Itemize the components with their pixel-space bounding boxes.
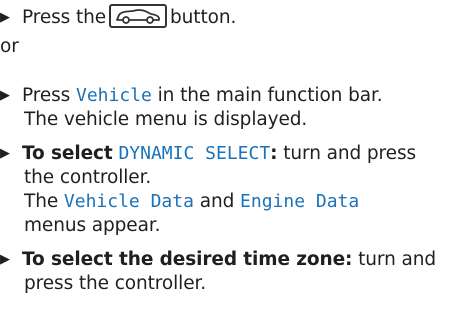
step1-suffix: button. (170, 7, 237, 28)
step4-action: turn and (358, 249, 437, 270)
bullet-icon: ▶ (0, 252, 10, 267)
step1-prefix: Press the (22, 7, 107, 28)
bullet-icon: ▶ (0, 10, 10, 25)
vehicle-data-menu: Vehicle Data (63, 191, 194, 212)
step2-result: The vehicle menu is displayed. (24, 109, 308, 130)
vehicle-menu-name: Vehicle (75, 85, 152, 106)
dynamic-select-option: DYNAMIC SELECT (118, 143, 271, 164)
step2-prefix: Press (22, 85, 71, 106)
step4-action-cont: press the controller. (24, 273, 207, 294)
car-icon (109, 4, 168, 28)
step3-and: and (199, 191, 235, 212)
step-press-vehicle: ▶ Press Vehicle in the main function bar. (0, 84, 383, 108)
step-press-button: ▶ Press the button. (0, 4, 236, 30)
step3-result-suffix: menus appear. (24, 215, 161, 236)
step2-suffix: in the main function bar. (157, 85, 383, 106)
step3-lead: To select (22, 143, 113, 164)
instruction-page: ▶ Press the button. or ▶ Press Vehicle in t… (0, 0, 464, 318)
engine-data-menu: Engine Data (240, 191, 360, 212)
step3-action-cont: the controller. (24, 167, 152, 188)
step3-result-prefix: The (24, 191, 59, 212)
step3-result: The Vehicle Data and Engine Data (24, 190, 359, 214)
bullet-icon: ▶ (0, 88, 10, 103)
bullet-icon: ▶ (0, 146, 10, 161)
step-select-timezone: ▶ To select the desired time zone: turn a… (0, 248, 436, 272)
step3-colon: : (270, 143, 278, 164)
step-select-dynamic: ▶ To select DYNAMIC SELECT: turn and pres… (0, 142, 416, 166)
step3-action: turn and press (283, 143, 417, 164)
step4-lead: To select the desired time zone: (22, 249, 353, 270)
or-separator: or (0, 36, 19, 57)
